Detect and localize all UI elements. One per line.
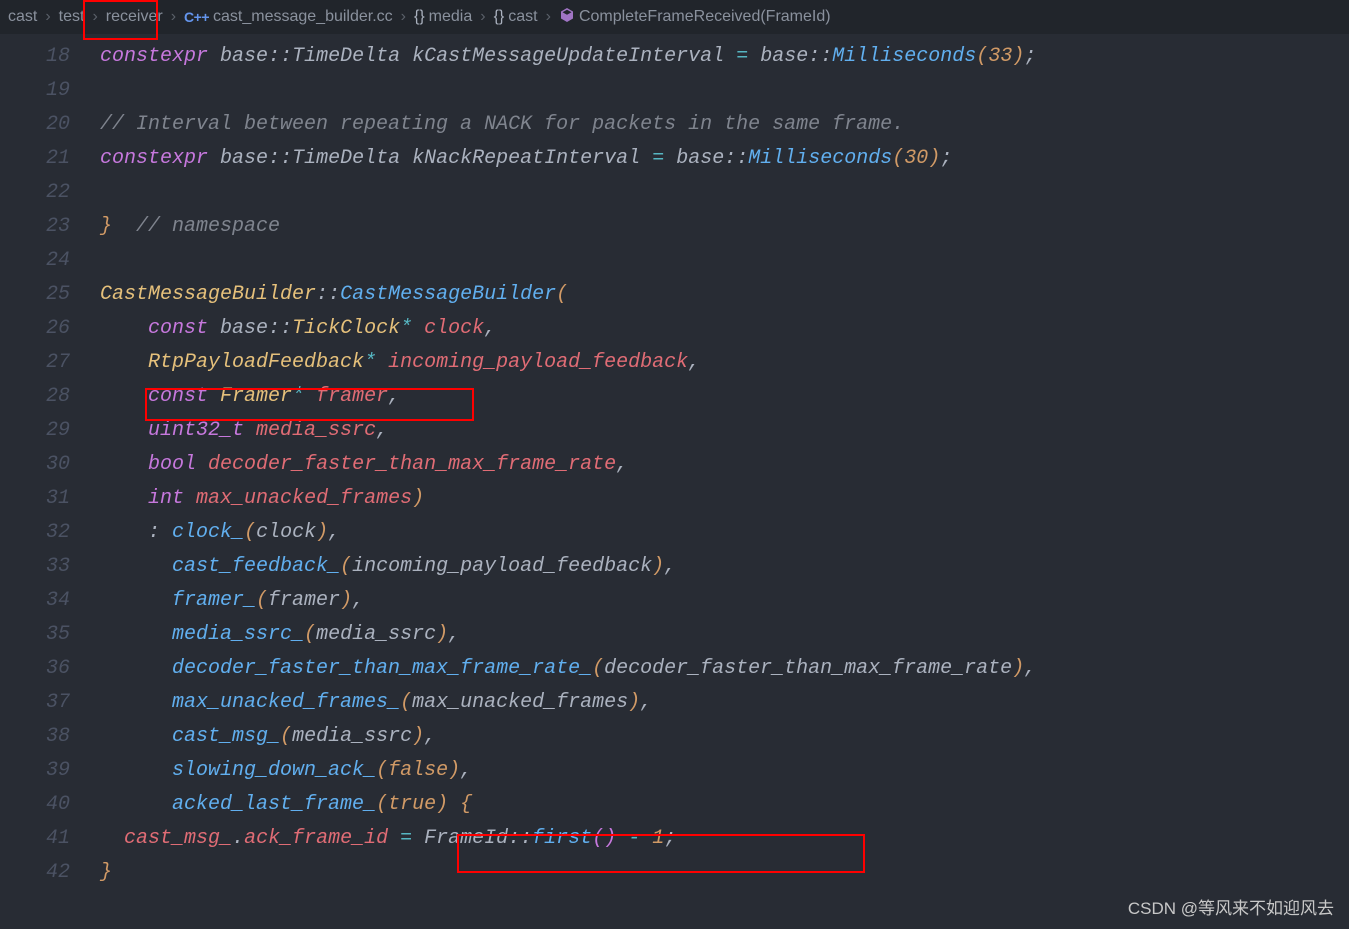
code-line[interactable]: 37 max_unacked_frames_(max_unacked_frame…: [0, 686, 1349, 720]
line-number: 40: [0, 788, 100, 822]
code-content[interactable]: max_unacked_frames_(max_unacked_frames),: [100, 686, 652, 720]
code-content[interactable]: constexpr base::TimeDelta kNackRepeatInt…: [100, 142, 952, 176]
line-number: 23: [0, 210, 100, 244]
code-content[interactable]: constexpr base::TimeDelta kCastMessageUp…: [100, 40, 1036, 74]
code-line[interactable]: 35 media_ssrc_(media_ssrc),: [0, 618, 1349, 652]
watermark: CSDN @等风来不如迎风去: [1128, 894, 1334, 919]
breadcrumb-item-receiver[interactable]: receiver: [106, 8, 163, 26]
code-content[interactable]: bool decoder_faster_than_max_frame_rate,: [100, 448, 628, 482]
code-content[interactable]: slowing_down_ack_(false),: [100, 754, 472, 788]
code-content[interactable]: const Framer* framer,: [100, 380, 400, 414]
code-line[interactable]: 27 RtpPayloadFeedback* incoming_payload_…: [0, 346, 1349, 380]
code-line[interactable]: 28 const Framer* framer,: [0, 380, 1349, 414]
cpp-file-icon: C++: [184, 9, 209, 25]
breadcrumb-item-file[interactable]: C++ cast_message_builder.cc: [184, 8, 393, 26]
breadcrumb-item-cast-ns[interactable]: {} cast: [494, 8, 538, 26]
line-number: 22: [0, 176, 100, 210]
code-content[interactable]: cast_msg_(media_ssrc),: [100, 720, 436, 754]
code-content[interactable]: CastMessageBuilder::CastMessageBuilder(: [100, 278, 568, 312]
code-line[interactable]: 40 acked_last_frame_(true) {: [0, 788, 1349, 822]
code-editor[interactable]: 18constexpr base::TimeDelta kCastMessage…: [0, 34, 1349, 890]
line-number: 35: [0, 618, 100, 652]
line-number: 26: [0, 312, 100, 346]
chevron-right-icon: ›: [45, 8, 50, 26]
line-number: 24: [0, 244, 100, 278]
chevron-right-icon: ›: [480, 8, 485, 26]
method-icon: [559, 7, 575, 28]
code-line[interactable]: 25CastMessageBuilder::CastMessageBuilder…: [0, 278, 1349, 312]
line-number: 21: [0, 142, 100, 176]
line-number: 34: [0, 584, 100, 618]
code-content[interactable]: acked_last_frame_(true) {: [100, 788, 472, 822]
line-number: 42: [0, 856, 100, 890]
breadcrumb-item-function[interactable]: CompleteFrameReceived(FrameId): [559, 7, 831, 28]
line-number: 31: [0, 482, 100, 516]
line-number: 19: [0, 74, 100, 108]
breadcrumb: cast › test › receiver › C++ cast_messag…: [0, 0, 1349, 34]
code-line[interactable]: 33 cast_feedback_(incoming_payload_feedb…: [0, 550, 1349, 584]
line-number: 27: [0, 346, 100, 380]
code-content[interactable]: // Interval between repeating a NACK for…: [100, 108, 904, 142]
code-line[interactable]: 39 slowing_down_ack_(false),: [0, 754, 1349, 788]
chevron-right-icon: ›: [401, 8, 406, 26]
line-number: 39: [0, 754, 100, 788]
line-number: 30: [0, 448, 100, 482]
code-content[interactable]: }: [100, 856, 112, 890]
code-line[interactable]: 19: [0, 74, 1349, 108]
code-line[interactable]: 38 cast_msg_(media_ssrc),: [0, 720, 1349, 754]
code-line[interactable]: 26 const base::TickClock* clock,: [0, 312, 1349, 346]
code-line[interactable]: 22: [0, 176, 1349, 210]
code-content[interactable]: framer_(framer),: [100, 584, 364, 618]
breadcrumb-item-test[interactable]: test: [59, 8, 85, 26]
code-line[interactable]: 24: [0, 244, 1349, 278]
chevron-right-icon: ›: [171, 8, 176, 26]
code-content[interactable]: uint32_t media_ssrc,: [100, 414, 388, 448]
breadcrumb-item-cast[interactable]: cast: [8, 8, 37, 26]
code-line[interactable]: 30 bool decoder_faster_than_max_frame_ra…: [0, 448, 1349, 482]
code-line[interactable]: 31 int max_unacked_frames): [0, 482, 1349, 516]
code-content[interactable]: cast_msg_.ack_frame_id = FrameId::first(…: [100, 822, 676, 856]
line-number: 36: [0, 652, 100, 686]
code-content[interactable]: media_ssrc_(media_ssrc),: [100, 618, 460, 652]
code-content[interactable]: } // namespace: [100, 210, 280, 244]
line-number: 38: [0, 720, 100, 754]
line-number: 37: [0, 686, 100, 720]
code-line[interactable]: 41 cast_msg_.ack_frame_id = FrameId::fir…: [0, 822, 1349, 856]
line-number: 33: [0, 550, 100, 584]
line-number: 20: [0, 108, 100, 142]
code-line[interactable]: 29 uint32_t media_ssrc,: [0, 414, 1349, 448]
line-number: 28: [0, 380, 100, 414]
line-number: 25: [0, 278, 100, 312]
code-content[interactable]: int max_unacked_frames): [100, 482, 424, 516]
code-line[interactable]: 36 decoder_faster_than_max_frame_rate_(d…: [0, 652, 1349, 686]
code-content[interactable]: decoder_faster_than_max_frame_rate_(deco…: [100, 652, 1036, 686]
code-content[interactable]: const base::TickClock* clock,: [100, 312, 496, 346]
code-line[interactable]: 18constexpr base::TimeDelta kCastMessage…: [0, 40, 1349, 74]
chevron-right-icon: ›: [92, 8, 97, 26]
code-line[interactable]: 20// Interval between repeating a NACK f…: [0, 108, 1349, 142]
breadcrumb-item-media[interactable]: {} media: [414, 8, 472, 26]
chevron-right-icon: ›: [546, 8, 551, 26]
code-line[interactable]: 21constexpr base::TimeDelta kNackRepeatI…: [0, 142, 1349, 176]
code-content[interactable]: RtpPayloadFeedback* incoming_payload_fee…: [100, 346, 700, 380]
line-number: 41: [0, 822, 100, 856]
line-number: 18: [0, 40, 100, 74]
namespace-icon: {}: [494, 8, 505, 26]
code-content[interactable]: : clock_(clock),: [100, 516, 340, 550]
namespace-icon: {}: [414, 8, 425, 26]
code-line[interactable]: 42}: [0, 856, 1349, 890]
code-line[interactable]: 32 : clock_(clock),: [0, 516, 1349, 550]
line-number: 32: [0, 516, 100, 550]
code-line[interactable]: 34 framer_(framer),: [0, 584, 1349, 618]
line-number: 29: [0, 414, 100, 448]
code-content[interactable]: cast_feedback_(incoming_payload_feedback…: [100, 550, 676, 584]
code-line[interactable]: 23} // namespace: [0, 210, 1349, 244]
